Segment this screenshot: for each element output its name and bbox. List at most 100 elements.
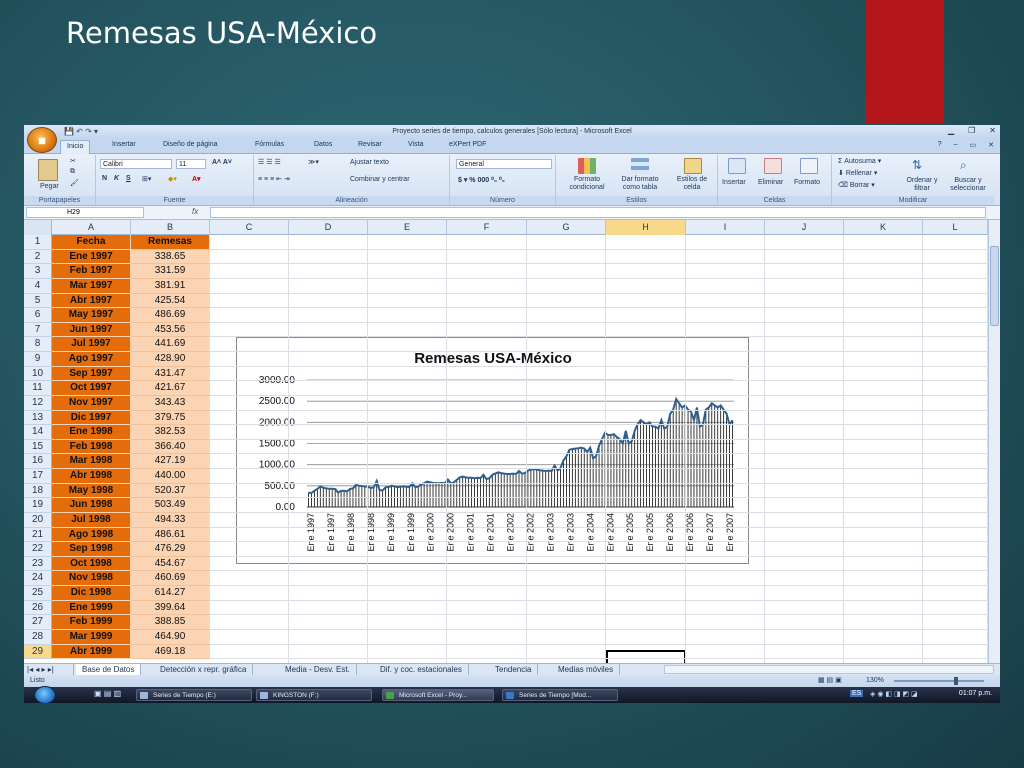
value-cell[interactable]: 366.40 <box>131 439 210 455</box>
name-box[interactable]: H29 <box>26 207 144 218</box>
orientation-icon[interactable]: ≫▾ <box>308 158 319 166</box>
date-cell[interactable]: Jul 1997 <box>52 337 131 353</box>
task-series-tiempo[interactable]: Series de Tiempo (E:) <box>136 689 252 701</box>
date-cell[interactable]: Ene 1999 <box>52 600 131 616</box>
row-header[interactable]: 17 <box>24 469 52 484</box>
row-header[interactable]: 15 <box>24 439 52 455</box>
sheet-tab-media[interactable]: Media - Desv. Est. <box>279 664 357 675</box>
selected-cell-h29[interactable] <box>606 650 686 663</box>
cell-styles-button[interactable]: Estilos de celda <box>668 176 716 192</box>
date-cell[interactable]: Feb 1998 <box>52 439 131 455</box>
row-header[interactable]: 16 <box>24 454 52 470</box>
date-cell[interactable]: Jul 1998 <box>52 512 131 528</box>
date-cell[interactable]: Mar 1997 <box>52 278 131 294</box>
format-as-table-button[interactable]: Dar formato como tabla <box>614 176 666 192</box>
column-header[interactable]: D <box>289 220 368 235</box>
row-header[interactable]: 21 <box>24 527 52 543</box>
tab-inicio[interactable]: Inicio <box>60 140 91 154</box>
start-button[interactable] <box>34 686 56 703</box>
tray-icons[interactable]: ◈ ◉ ◧ ◨ ◩ ◪ <box>870 690 918 698</box>
row-header[interactable]: 23 <box>24 556 52 572</box>
grow-font-icon[interactable]: A˄ A˅ <box>212 159 232 166</box>
value-cell[interactable]: 331.59 <box>131 264 210 279</box>
task-excel[interactable]: Microsoft Excel - Proy... <box>382 689 494 701</box>
tab-revisar[interactable]: Revisar <box>358 141 382 148</box>
value-cell[interactable]: 486.61 <box>131 527 210 543</box>
fill-color-icon[interactable]: ◆▾ <box>168 175 177 183</box>
date-cell[interactable]: Sep 1997 <box>52 366 131 382</box>
sheet-tab-medias-moviles[interactable]: Medias móviles <box>552 664 621 675</box>
currency-icon[interactable]: $ ▾ % 000 ⁰₀ ⁰₀ <box>458 176 505 184</box>
date-cell[interactable]: Ene 1997 <box>52 249 131 265</box>
date-cell[interactable]: May 1997 <box>52 308 131 323</box>
date-cell[interactable]: Nov 1997 <box>52 395 131 411</box>
column-header[interactable]: B <box>131 220 210 235</box>
close-icon[interactable]: ✕ <box>989 126 996 135</box>
wb-minimize-icon[interactable]: – <box>954 141 958 149</box>
value-cell[interactable]: 425.54 <box>131 293 210 309</box>
row-header[interactable]: 6 <box>24 308 52 323</box>
value-cell[interactable]: 382.53 <box>131 425 210 440</box>
date-cell[interactable]: Feb 1997 <box>52 264 131 279</box>
task-series-mod[interactable]: Series de Tiempo [Mod... <box>502 689 618 701</box>
delete-button[interactable]: Eliminar <box>758 179 783 186</box>
sheet-tab-tendencia[interactable]: Tendencia <box>489 664 539 675</box>
row-header[interactable]: 11 <box>24 381 52 396</box>
format-painter-icon[interactable]: 🖌 <box>70 179 79 187</box>
date-cell[interactable]: Abr 1999 <box>52 644 131 660</box>
underline-button[interactable]: S <box>126 175 131 182</box>
merge-center-button[interactable]: Combinar y centrar <box>350 176 410 183</box>
sheet-tab-deteccion[interactable]: Detección x repr. gráfica <box>154 664 254 675</box>
date-cell[interactable]: Jun 1997 <box>52 322 131 338</box>
header-cell-fecha[interactable]: Fecha <box>52 235 131 250</box>
font-size-select[interactable]: 11 <box>176 159 206 169</box>
date-cell[interactable]: Ene 1998 <box>52 425 131 440</box>
row-header[interactable]: 4 <box>24 278 52 294</box>
tab-datos[interactable]: Datos <box>314 141 332 148</box>
number-format-select[interactable]: General <box>456 159 552 169</box>
align-left-icon[interactable]: ≡ ≡ ≡ ⇤ ⇥ <box>258 175 290 183</box>
bold-button[interactable]: N <box>102 175 107 182</box>
language-indicator[interactable]: ES <box>850 690 864 697</box>
tab-diseno-pagina[interactable]: Diseño de página <box>163 141 218 148</box>
column-header[interactable]: L <box>923 220 988 235</box>
value-cell[interactable]: 431.47 <box>131 366 210 382</box>
autosum-button[interactable]: Σ Autosuma ▾ <box>838 157 881 165</box>
row-header[interactable]: 20 <box>24 512 52 528</box>
font-name-select[interactable]: Calibri <box>100 159 172 169</box>
date-cell[interactable]: Abr 1997 <box>52 293 131 309</box>
date-cell[interactable]: Ago 1998 <box>52 527 131 543</box>
value-cell[interactable]: 464.90 <box>131 630 210 645</box>
date-cell[interactable]: Jun 1998 <box>52 498 131 513</box>
chart[interactable]: Remesas USA-México 0.00 500.00 1000.00 1500.… <box>236 337 749 564</box>
row-header[interactable]: 7 <box>24 322 52 338</box>
row-header[interactable]: 2 <box>24 249 52 265</box>
row-header[interactable]: 27 <box>24 615 52 630</box>
clock[interactable]: 01:07 p.m. <box>959 690 992 697</box>
value-cell[interactable]: 469.18 <box>131 644 210 660</box>
value-cell[interactable]: 427.19 <box>131 454 210 470</box>
date-cell[interactable]: Ago 1997 <box>52 352 131 367</box>
value-cell[interactable]: 388.85 <box>131 615 210 630</box>
column-header[interactable]: A <box>52 220 131 235</box>
restore-icon[interactable]: ❐ <box>968 126 975 135</box>
date-cell[interactable]: Oct 1997 <box>52 381 131 396</box>
row-header[interactable]: 18 <box>24 483 52 499</box>
date-cell[interactable]: Dic 1998 <box>52 586 131 601</box>
date-cell[interactable]: Feb 1999 <box>52 615 131 630</box>
value-cell[interactable]: 428.90 <box>131 352 210 367</box>
row-header[interactable]: 26 <box>24 600 52 616</box>
value-cell[interactable]: 486.69 <box>131 308 210 323</box>
wb-restore-icon[interactable]: ▭ <box>970 141 977 149</box>
date-cell[interactable]: Mar 1998 <box>52 454 131 470</box>
value-cell[interactable]: 454.67 <box>131 556 210 572</box>
row-header[interactable]: 28 <box>24 630 52 645</box>
insert-button[interactable]: Insertar <box>722 179 746 186</box>
clear-button[interactable]: ⌫ Borrar ▾ <box>838 181 875 189</box>
office-button[interactable]: ▦ <box>27 127 57 153</box>
row-header[interactable]: 25 <box>24 586 52 601</box>
fx-icon[interactable]: fx <box>192 207 198 216</box>
column-header[interactable]: H <box>606 220 686 235</box>
tab-vista[interactable]: Vista <box>408 141 423 148</box>
row-header[interactable]: 3 <box>24 264 52 279</box>
